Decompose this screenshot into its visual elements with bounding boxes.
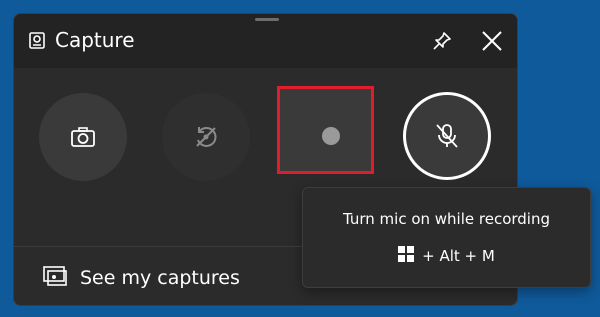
record-dot-icon [322, 127, 340, 145]
title-bar: Capture [14, 14, 517, 68]
drag-handle[interactable] [255, 18, 279, 21]
close-icon [477, 31, 507, 60]
see-my-captures-label: See my captures [80, 267, 240, 289]
mic-tooltip: Turn mic on while recording + Alt + M [302, 187, 591, 288]
pin-icon [427, 32, 457, 60]
start-recording-highlight[interactable] [277, 86, 374, 174]
close-button[interactable] [477, 26, 507, 56]
pin-button[interactable] [427, 26, 457, 56]
gallery-icon [42, 264, 68, 292]
mic-off-icon [436, 124, 458, 148]
screenshot-button[interactable] [39, 93, 127, 181]
see-my-captures-link[interactable]: See my captures [42, 263, 240, 293]
shortcut-keys: + Alt + M [422, 247, 495, 265]
record-last-30-seconds-button[interactable] [162, 93, 250, 181]
windows-logo-icon [398, 246, 415, 266]
record-last-30-seconds-icon [196, 127, 217, 147]
tooltip-text: Turn mic on while recording [342, 210, 551, 228]
window-title: Capture [55, 28, 135, 52]
capture-widget-icon [27, 31, 47, 51]
camera-icon [71, 127, 95, 147]
keyboard-shortcut: + Alt + M [303, 246, 590, 266]
mic-toggle-button[interactable] [403, 92, 491, 180]
